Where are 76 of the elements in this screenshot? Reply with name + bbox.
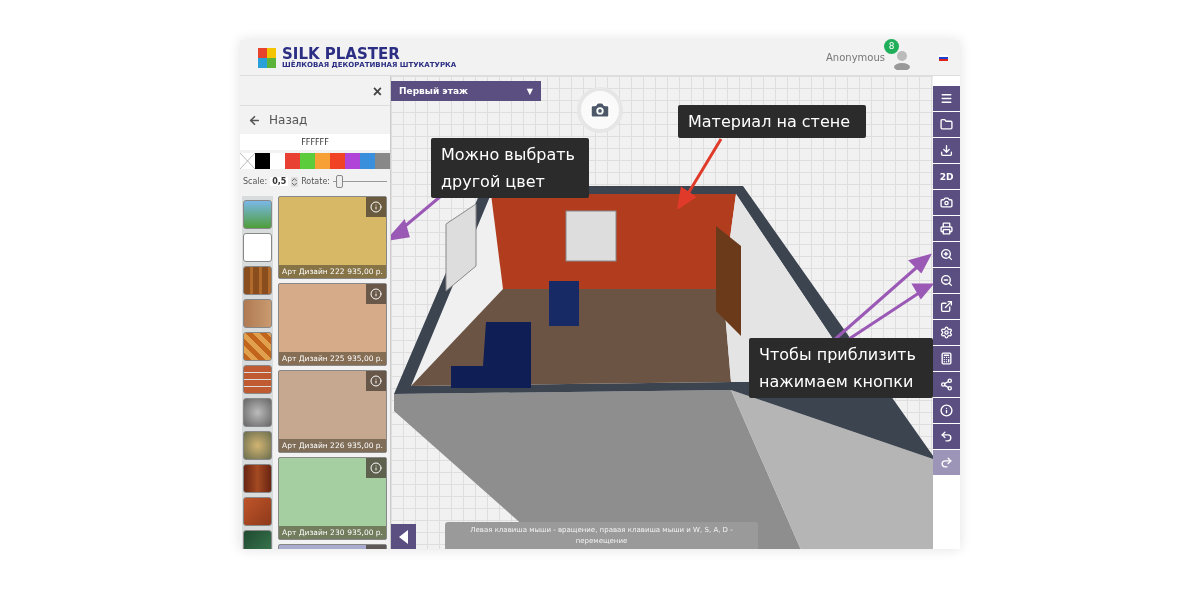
- color-swatch[interactable]: [360, 153, 375, 169]
- texture-thumbnail[interactable]: [243, 398, 272, 427]
- texture-thumbnail[interactable]: [243, 299, 272, 328]
- scale-label: Scale:: [243, 177, 268, 186]
- callout-label: Чтобы приблизить нажимаем кнопки: [749, 338, 933, 398]
- share-icon: [940, 378, 953, 391]
- texture-thumbnail[interactable]: [243, 365, 272, 394]
- toolbar-button[interactable]: [933, 112, 960, 137]
- camera-button[interactable]: [577, 87, 623, 133]
- external-link-icon: [940, 300, 953, 313]
- notification-badge: 8: [884, 38, 899, 54]
- info-badge-icon[interactable]: [366, 458, 386, 478]
- texture-thumbnail[interactable]: [243, 332, 272, 361]
- texture-thumbnail[interactable]: [243, 266, 272, 295]
- color-swatch[interactable]: [300, 153, 315, 169]
- rotate-label: Rotate:: [301, 177, 331, 186]
- toolbar-button[interactable]: [933, 346, 960, 371]
- color-swatch[interactable]: [345, 153, 360, 169]
- logo-icon: [258, 47, 276, 68]
- scale-field[interactable]: 0,5: [270, 177, 289, 186]
- color-swatch[interactable]: [330, 153, 345, 169]
- color-swatch[interactable]: [375, 153, 390, 169]
- toolbar-button[interactable]: [933, 86, 960, 111]
- toolbar-button[interactable]: [933, 242, 960, 267]
- download-icon: [940, 144, 953, 157]
- texture-thumbnail[interactable]: [243, 464, 272, 493]
- toolbar-button[interactable]: [933, 320, 960, 345]
- window-drawing: [565, 210, 617, 262]
- calculator-icon: [940, 352, 953, 365]
- texture-thumbnail[interactable]: [243, 497, 272, 526]
- menu-icon: [940, 92, 953, 105]
- texture-thumbnail[interactable]: [243, 233, 272, 262]
- info-badge-icon[interactable]: [366, 197, 386, 217]
- toolbar-button[interactable]: [933, 424, 960, 449]
- color-swatch[interactable]: [285, 153, 300, 169]
- zoom-in-icon: [940, 248, 953, 261]
- callout-label: Материал на стене: [678, 105, 866, 138]
- floor-dropdown[interactable]: Первый этаж ▼: [391, 81, 541, 101]
- texture-thumbnail[interactable]: [243, 200, 272, 229]
- view-2d-button[interactable]: 2D: [933, 164, 960, 189]
- toolbar-button[interactable]: [933, 372, 960, 397]
- toolbar-button[interactable]: [933, 268, 960, 293]
- user-name[interactable]: Anonymous: [826, 52, 885, 63]
- color-swatch[interactable]: [270, 153, 285, 169]
- info-badge-icon[interactable]: [366, 284, 386, 304]
- collapse-button[interactable]: [391, 524, 416, 549]
- settings-icon: [940, 326, 953, 339]
- color-code: FFFFFF: [240, 134, 390, 150]
- undo-icon: [940, 430, 953, 443]
- toolbar-button[interactable]: [933, 294, 960, 319]
- no-color-swatch[interactable]: [240, 153, 255, 169]
- flag-icon[interactable]: [939, 54, 948, 61]
- logo-title: SILK PLASTER: [282, 46, 400, 62]
- texture-thumbnail[interactable]: [243, 431, 272, 460]
- zoom-out-icon: [940, 274, 953, 287]
- color-swatch[interactable]: [315, 153, 330, 169]
- toolbar-button[interactable]: [933, 138, 960, 163]
- callout-label: Можно выбрать другой цвет: [431, 138, 589, 198]
- toolbar-button[interactable]: [933, 216, 960, 241]
- avatar-icon[interactable]: [893, 49, 911, 70]
- info-icon: [940, 404, 953, 417]
- arrow-left-icon: [248, 113, 261, 127]
- toolbar-button[interactable]: [933, 190, 960, 215]
- redo-icon: [940, 456, 953, 469]
- armchair-drawing: [549, 281, 579, 326]
- toolbar-button[interactable]: [933, 398, 960, 423]
- info-badge-icon[interactable]: [366, 371, 386, 391]
- close-button[interactable]: ×: [372, 83, 382, 100]
- caret-icon: ▼: [526, 86, 533, 96]
- folder-icon: [940, 118, 953, 131]
- slider-thumb[interactable]: [335, 175, 343, 188]
- spinner-icon[interactable]: [291, 176, 299, 187]
- color-swatch[interactable]: [255, 153, 270, 169]
- printer-icon: [940, 222, 953, 235]
- triangle-left-icon: [399, 529, 408, 544]
- camera-icon: [940, 196, 953, 209]
